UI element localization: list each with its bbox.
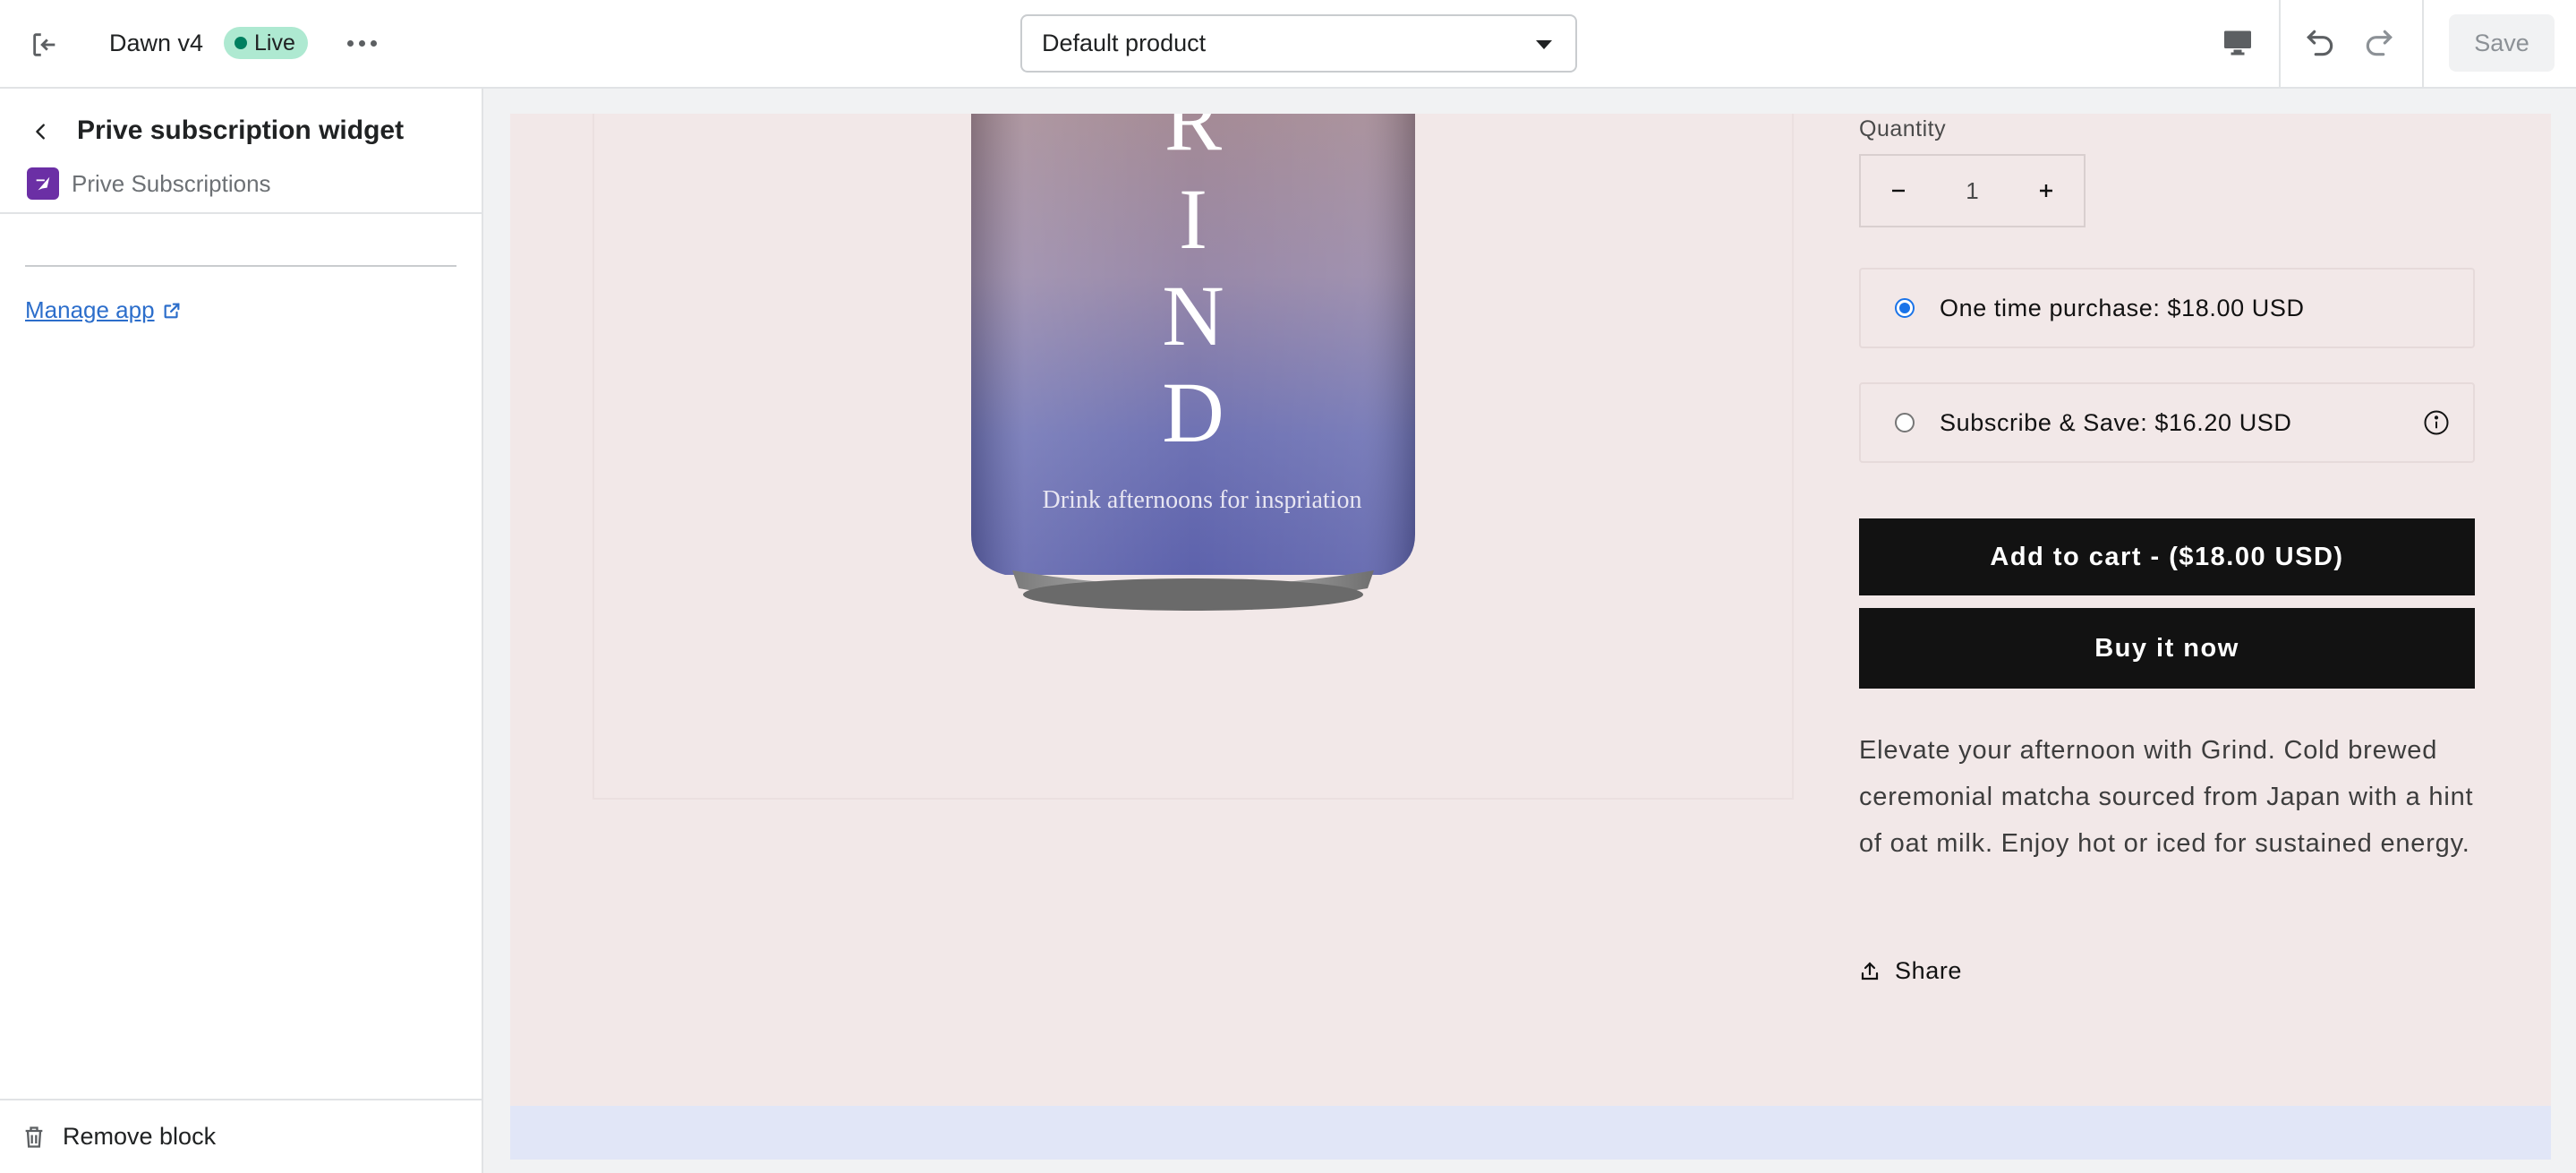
- manage-app-label: Manage app: [25, 296, 155, 323]
- app-name: Prive Subscriptions: [72, 169, 271, 197]
- product-image[interactable]: R I N D Drink afternoons for inspriation: [960, 114, 1426, 615]
- subscribe-save-option[interactable]: Subscribe & Save: $16.20 USD: [1859, 382, 2475, 463]
- next-section-band: [510, 1106, 2551, 1160]
- share-icon: [1861, 961, 1879, 980]
- one-time-purchase-label: One time purchase: $18.00 USD: [1940, 294, 2305, 321]
- remove-block-label: Remove block: [63, 1123, 217, 1150]
- buy-it-now-button[interactable]: Buy it now: [1859, 608, 2475, 689]
- remove-block-button[interactable]: Remove block: [0, 1099, 482, 1173]
- prive-logo-icon: [27, 167, 59, 200]
- back-button[interactable]: [25, 116, 57, 148]
- radio-selected[interactable]: [1895, 298, 1915, 318]
- exit-button[interactable]: [27, 27, 63, 63]
- product-description: Elevate your afternoon with Grind. Cold …: [1859, 736, 2474, 858]
- increase-quantity-button[interactable]: [2009, 156, 2084, 226]
- share-label: Share: [1895, 957, 1963, 984]
- minus-icon: [1892, 189, 1905, 193]
- chevron-left-icon: [36, 124, 45, 140]
- one-time-purchase-option[interactable]: One time purchase: $18.00 USD: [1859, 268, 2475, 348]
- manage-app-link[interactable]: Manage app: [25, 296, 182, 324]
- topbar-divider: [2279, 0, 2281, 89]
- settings-sidebar: Prive subscription widget Prive Subscrip…: [0, 89, 483, 1173]
- caret-down-icon: [1536, 40, 1552, 49]
- save-button[interactable]: Save: [2449, 14, 2555, 72]
- external-link-icon: [164, 303, 179, 318]
- device-preview-button[interactable]: [2218, 23, 2257, 63]
- subscribe-save-label: Subscribe & Save: $16.20 USD: [1940, 408, 2292, 436]
- undo-button[interactable]: [2300, 23, 2340, 63]
- quantity-label: Quantity: [1859, 116, 1947, 141]
- live-status-badge: Live: [224, 27, 308, 59]
- quantity-stepper: 1: [1859, 154, 2086, 227]
- can-letter: I: [1179, 171, 1207, 267]
- can-letter: N: [1162, 268, 1224, 364]
- divider: [25, 265, 456, 267]
- decrease-quantity-button[interactable]: [1861, 156, 1936, 226]
- theme-name: Dawn v4: [109, 30, 204, 56]
- live-badge-label: Live: [254, 30, 295, 56]
- redo-icon: [2366, 30, 2393, 56]
- more-actions-button[interactable]: [344, 25, 380, 61]
- can-tagline: Drink afternoons for inspriation: [1043, 486, 1362, 514]
- undo-icon: [2307, 30, 2333, 56]
- preview-canvas: R I N D Drink afternoons for inspriation…: [483, 89, 2576, 1173]
- info-icon[interactable]: [2423, 409, 2450, 436]
- trash-icon: [25, 1126, 43, 1148]
- block-title: Prive subscription widget: [77, 116, 405, 145]
- redo-button[interactable]: [2359, 23, 2399, 63]
- can-letter: D: [1162, 364, 1224, 460]
- desktop-icon: [2224, 30, 2251, 56]
- editor-topbar: Dawn v4 Live Default product Save: [0, 0, 2576, 89]
- product-selector[interactable]: Default product: [1020, 14, 1577, 73]
- can-letter: R: [1164, 114, 1222, 168]
- add-to-cart-button[interactable]: Add to cart - ($18.00 USD): [1859, 518, 2475, 595]
- app-source: Prive Subscriptions: [27, 167, 271, 200]
- product-selector-value: Default product: [1042, 30, 1207, 56]
- storefront-preview: R I N D Drink afternoons for inspriation…: [510, 114, 2551, 1160]
- plus-icon: [2040, 184, 2052, 197]
- exit-icon: [33, 33, 55, 56]
- live-dot: [235, 37, 247, 49]
- topbar-divider: [2422, 0, 2424, 89]
- quantity-input[interactable]: 1: [1936, 177, 2009, 205]
- share-button[interactable]: Share: [1859, 957, 1962, 985]
- divider: [0, 212, 482, 214]
- more-icon: [346, 39, 377, 47]
- radio-unselected[interactable]: [1895, 413, 1915, 432]
